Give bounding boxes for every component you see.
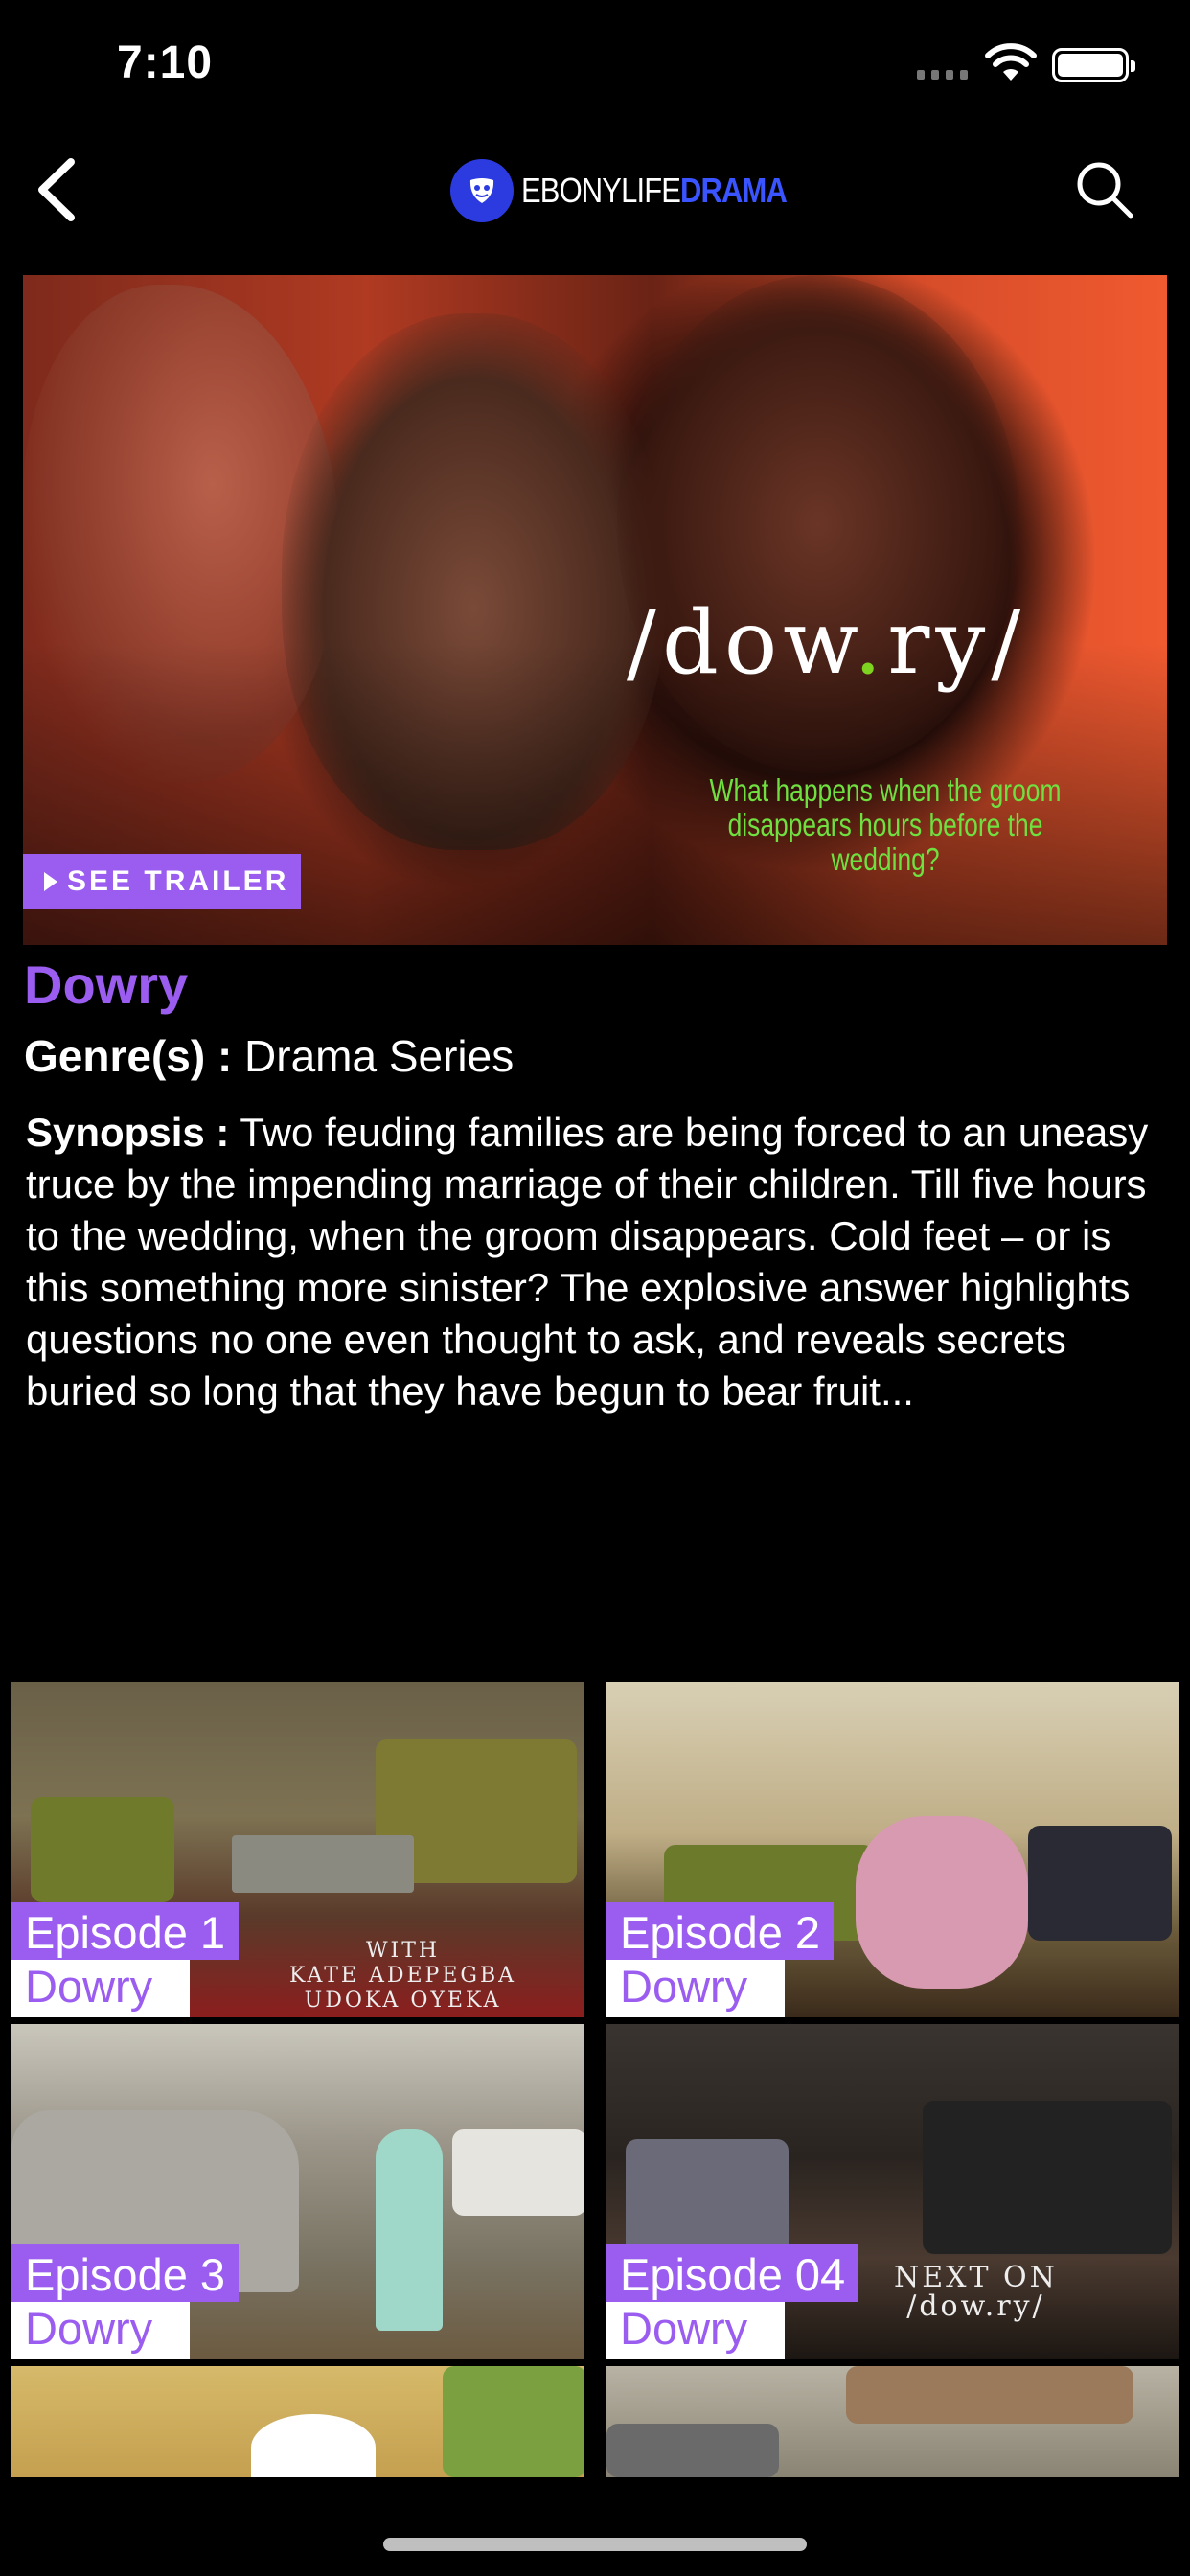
episode-show-name: Dowry [11,1960,190,2017]
genre-value: Drama Series [244,1031,515,1081]
synopsis-label: Synopsis : [26,1110,230,1155]
genre-label: Genre(s) : [24,1031,233,1081]
episode-thumbnail-detail [856,1816,1028,1989]
hero-title-right: ry/ [887,591,1027,694]
episode-tile[interactable]: NEXT ON /dow.ry/ Episode 04 Dowry [606,2024,1179,2359]
search-icon[interactable] [1073,158,1136,221]
episode-title: Episode 2 [606,1902,835,1960]
synopsis: Synopsis : Two feuding families are bein… [26,1107,1166,1417]
episode-tile[interactable]: WITH KATE ADEPEGBA UDOKA OYEKA Episode 1… [11,1682,584,2017]
episode-thumbnail [606,2424,779,2477]
genre-line: Genre(s) : Drama Series [24,1030,514,1082]
navigation-bar: EBONYLIFEDRAMA [0,129,1190,273]
status-bar: 7:10 [0,0,1190,129]
cellular-signal-icon [917,70,968,80]
status-time: 7:10 [117,37,214,88]
episode-thumbnail [31,1797,174,1902]
episode-title: Episode 1 [11,1902,240,1960]
mask-icon [450,159,514,222]
episode-show-name: Dowry [606,1960,785,2017]
play-icon [44,872,57,891]
hero-banner[interactable]: /dow.ry/ What happens when the groom dis… [23,275,1167,945]
episode-show-name: Dowry [606,2302,785,2359]
wifi-icon [985,43,1037,80]
show-title: Dowry [24,954,189,1015]
episode-thumbnail-detail [443,2366,584,2477]
see-trailer-label: SEE TRAILER [67,865,289,897]
episode-tile[interactable] [606,2366,1179,2477]
see-trailer-button[interactable]: SEE TRAILER [23,854,301,909]
episode-promo-overlay: NEXT ON /dow.ry/ [894,2261,1058,2323]
hero-title-art: /dow.ry/ [627,591,1026,694]
episode-title: Episode 04 [606,2244,859,2302]
hero-title-dot: . [854,591,888,694]
episode-thumbnail-detail [376,2129,443,2331]
episode-title: Episode 3 [11,2244,240,2302]
episode-credit-overlay: WITH KATE ADEPEGBA UDOKA OYEKA [289,1939,517,2012]
episode-thumbnail-detail [452,2129,584,2216]
home-indicator[interactable] [383,2538,807,2551]
episode-thumbnail [251,2414,376,2477]
episode-tile[interactable]: Episode 3 Dowry [11,2024,584,2359]
episode-thumbnail-detail [923,2101,1172,2254]
logo-part-2: DRAMA [680,171,788,210]
episode-tile[interactable] [11,2366,584,2477]
app-logo: EBONYLIFEDRAMA [450,158,830,223]
episode-show-name: Dowry [11,2302,190,2359]
synopsis-text: Two feuding families are being forced to… [26,1110,1149,1414]
logo-wordmark: EBONYLIFEDRAMA [521,171,788,211]
hero-tagline: What happens when the groom disappears h… [709,772,1062,877]
hero-title-left: /dow [627,591,855,694]
episode-thumbnail-detail [1028,1826,1172,1941]
episode-thumbnail-detail [846,2366,1133,2424]
chevron-left-icon[interactable] [29,156,86,223]
logo-part-1: EBONYLIFE [521,171,681,210]
episode-thumbnail-detail [232,1835,414,1893]
episode-tile[interactable]: Episode 2 Dowry [606,1682,1179,2017]
battery-icon [1052,48,1135,82]
